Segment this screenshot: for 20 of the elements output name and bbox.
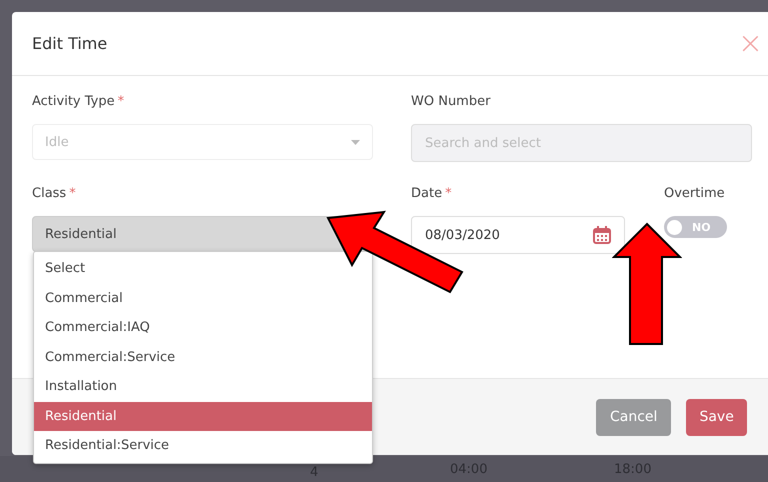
dropdown-option[interactable]: Select: [34, 254, 372, 284]
field-label: Class: [32, 186, 66, 203]
dropdown-option[interactable]: Residential:Service: [34, 431, 372, 460]
dropdown-option[interactable]: Commercial:IAQ: [34, 313, 372, 342]
dropdown-option[interactable]: Commercial:Service: [34, 342, 372, 372]
calendar-icon: [593, 226, 611, 244]
required-mark: *: [445, 186, 452, 203]
field-label: Date: [411, 186, 442, 203]
save-button[interactable]: Save: [686, 398, 747, 436]
field-label: Activity Type: [32, 94, 115, 111]
dialog-title: Edit Time: [32, 34, 108, 53]
required-mark: *: [118, 94, 124, 111]
dropdown-option[interactable]: Commercial: [34, 284, 372, 313]
field-label: WO Number: [411, 94, 490, 111]
field-label: Overtime: [664, 186, 725, 203]
dropdown-option[interactable]: Residential: [34, 402, 372, 431]
date-field[interactable]: 08/03/2020: [411, 216, 625, 254]
caret-icon: [351, 140, 360, 144]
dropdown-option[interactable]: Installation: [34, 372, 372, 402]
required-mark: *: [69, 186, 76, 203]
